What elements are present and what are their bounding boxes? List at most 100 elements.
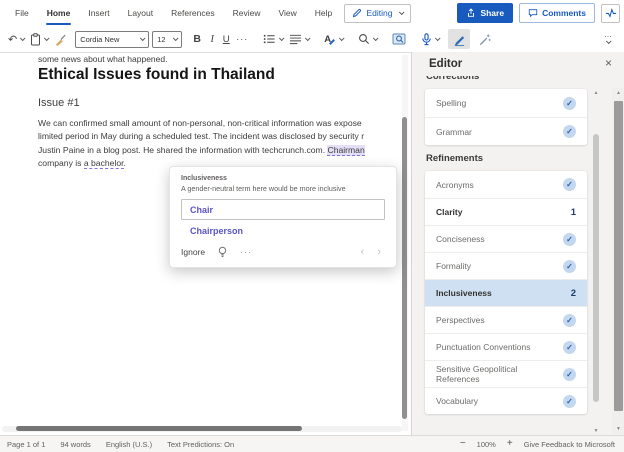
previous-suggestion-button[interactable]: ‹ [361, 246, 365, 258]
italic-button[interactable]: I [205, 28, 219, 50]
page-indicator[interactable]: Page 1 of 1 [7, 440, 45, 449]
flagged-phrase-bachelor[interactable]: a bachelor [83, 158, 124, 170]
bullet-list-button[interactable] [260, 28, 286, 50]
document-horizontal-scrollbar[interactable] [2, 426, 402, 432]
status-right: − 100% + Give Feedback to Microsoft [460, 439, 617, 449]
paragraph-text: Justin Paine in a blog post. He shared t… [38, 144, 328, 155]
suggestion-chairperson[interactable]: Chairperson [181, 220, 385, 241]
scroll-down-icon[interactable]: ▼ [592, 428, 600, 434]
find-button[interactable] [355, 28, 380, 50]
issue-count-badge: 1 [570, 206, 576, 218]
underline-button[interactable]: U [219, 28, 233, 50]
category-label: Sensitive Geopolitical References [436, 364, 518, 384]
editor-category-row-spelling[interactable]: Spelling ✓ [425, 89, 587, 117]
next-suggestion-button[interactable]: › [377, 246, 381, 258]
catch-up-button[interactable] [601, 3, 620, 23]
editor-button[interactable] [448, 29, 471, 49]
panel-inner-scrollbar[interactable]: ▲ ▼ [592, 90, 600, 434]
status-left: Page 1 of 1 94 words English (U.S.) Text… [7, 440, 234, 449]
scrollbar-thumb[interactable] [402, 117, 407, 419]
editor-category-row-grammar[interactable]: Grammar ✓ [425, 117, 587, 145]
ribbon-tab-insert[interactable]: Insert [79, 0, 118, 26]
magic-wand-button[interactable] [475, 28, 494, 50]
zoom-out-button[interactable]: − [460, 439, 466, 449]
feedback-link[interactable]: Give Feedback to Microsoft [524, 440, 615, 449]
document-vertical-scrollbar[interactable] [402, 55, 408, 431]
zoom-level[interactable]: 100% [477, 440, 496, 449]
dictate-button[interactable] [418, 28, 442, 50]
scrollbar-thumb[interactable] [16, 426, 302, 431]
word-count[interactable]: 94 words [60, 440, 90, 449]
ribbon-tab-review[interactable]: Review [224, 0, 270, 26]
editor-category-row-perspectives[interactable]: Perspectives ✓ [425, 306, 587, 333]
scroll-up-icon[interactable]: ▲ [612, 90, 624, 96]
scroll-up-icon[interactable]: ▲ [592, 90, 600, 96]
font-color-button[interactable]: A [321, 28, 346, 50]
editor-category-row-vocabulary[interactable]: Vocabulary ✓ [425, 387, 587, 414]
popup-footer: Ignore ··· ‹ › [181, 244, 385, 260]
image-search-icon [392, 33, 406, 45]
suggestion-chair[interactable]: Chair [181, 199, 385, 220]
chevron-down-icon [399, 9, 405, 16]
ribbon-overflow-button[interactable]: ··· [600, 33, 616, 45]
line-spacing-button[interactable] [286, 28, 312, 50]
comments-button[interactable]: Comments [519, 3, 595, 23]
bold-button[interactable]: B [189, 28, 205, 50]
document-section-heading: Issue #1 [38, 97, 80, 109]
category-label: Vocabulary [436, 396, 479, 406]
close-icon[interactable]: × [605, 56, 612, 70]
ignore-button[interactable]: Ignore [181, 247, 205, 257]
check-badge-icon: ✓ [563, 125, 576, 138]
editor-category-row-sensitive-geopolitical-references[interactable]: Sensitive Geopolitical References ✓ [425, 360, 587, 387]
line-spacing-icon [289, 33, 302, 45]
flagged-word-chairman[interactable]: Chairman [327, 144, 365, 156]
editor-category-row-punctuation-conventions[interactable]: Punctuation Conventions ✓ [425, 333, 587, 360]
editing-mode-button[interactable]: Editing [344, 3, 412, 23]
chevron-down-icon [140, 35, 146, 42]
font-size-select[interactable]: 12 [152, 30, 183, 48]
ribbon-tab-references[interactable]: References [162, 0, 223, 26]
scrollbar-thumb[interactable] [614, 101, 623, 411]
word-app-window: File Home Insert Layout References Review View… [0, 0, 624, 452]
scroll-down-icon[interactable]: ▼ [612, 426, 624, 432]
paintbrush-icon [54, 33, 67, 46]
paste-button[interactable] [27, 28, 51, 50]
chevron-down-icon [338, 35, 345, 42]
image-search-button[interactable] [389, 28, 409, 50]
undo-button[interactable]: ↶ [5, 28, 27, 50]
ribbon-tab-help[interactable]: Help [306, 0, 341, 26]
editor-panel-title: Editor [429, 58, 463, 70]
document-text-line: some news about what happened. [38, 54, 168, 64]
ribbon-tab-bar: File Home Insert Layout References Review View… [0, 0, 624, 26]
format-painter-button[interactable] [51, 28, 70, 50]
ribbon-tab-view[interactable]: View [269, 0, 305, 26]
lightbulb-icon[interactable] [217, 246, 228, 258]
font-name-select[interactable]: Cordia New [75, 30, 150, 48]
ribbon-tab-layout[interactable]: Layout [119, 0, 163, 26]
check-badge-icon: ✓ [563, 178, 576, 191]
editor-category-row-acronyms[interactable]: Acronyms ✓ [425, 171, 587, 198]
font-name-value: Cordia New [80, 34, 120, 44]
language-indicator[interactable]: English (U.S.) [106, 440, 152, 449]
chevron-down-icon [279, 35, 285, 42]
font-size-value: 12 [157, 34, 166, 44]
chevron-down-icon [173, 35, 179, 42]
editor-category-row-clarity[interactable]: Clarity 1 [425, 198, 587, 225]
check-badge-icon: ✓ [563, 313, 576, 327]
category-label: Grammar [436, 126, 472, 137]
ribbon-tab-file[interactable]: File [6, 0, 38, 26]
ribbon-tab-home[interactable]: Home [38, 0, 80, 26]
panel-outer-scrollbar[interactable]: ▲ ▼ [612, 88, 624, 434]
zoom-in-button[interactable]: + [507, 439, 513, 449]
comment-icon [528, 8, 538, 18]
editor-category-row-inclusiveness[interactable]: Inclusiveness 2 [425, 279, 587, 306]
more-formatting-button[interactable]: ··· [233, 28, 251, 50]
more-options-button[interactable]: ··· [240, 247, 252, 257]
check-badge-icon: ✓ [563, 96, 576, 110]
editor-category-row-conciseness[interactable]: Conciseness ✓ [425, 225, 587, 252]
scrollbar-thumb[interactable] [593, 134, 599, 402]
text-predictions-toggle[interactable]: Text Predictions: On [167, 440, 234, 449]
editor-category-row-formality[interactable]: Formality ✓ [425, 252, 587, 279]
share-button[interactable]: Share [457, 3, 514, 23]
bullet-list-icon [263, 33, 276, 45]
